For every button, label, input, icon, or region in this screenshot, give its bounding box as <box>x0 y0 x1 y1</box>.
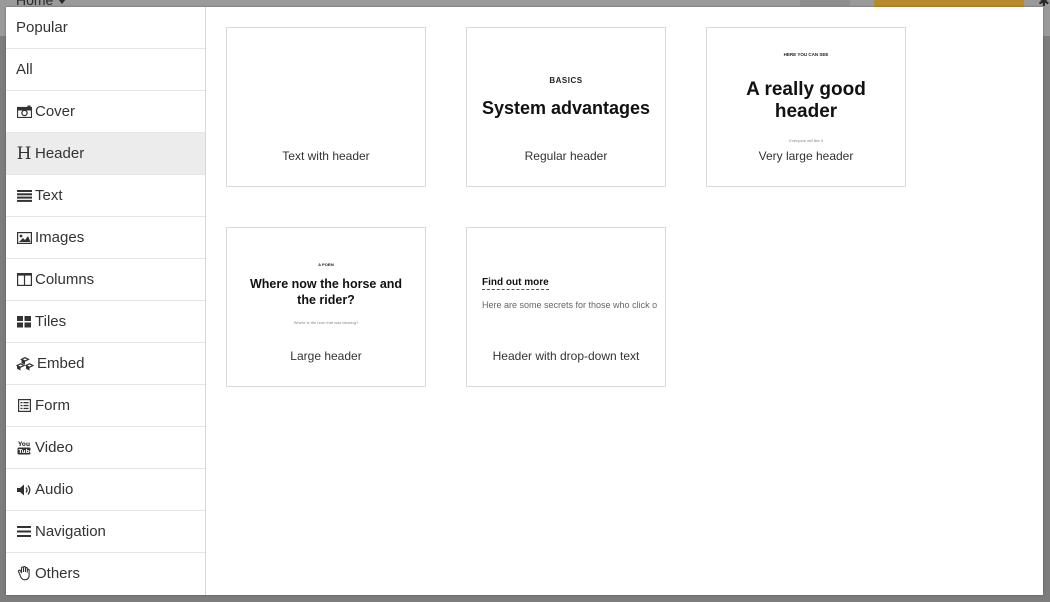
sidebar-item-label: Video <box>35 439 74 456</box>
card-label: Regular header <box>524 149 608 163</box>
sidebar-item-cover[interactable]: Cover <box>6 91 205 133</box>
sidebar-item-form[interactable]: Form <box>6 385 205 427</box>
preview-kicker: A POEM <box>318 262 334 267</box>
sidebar-item-label: Form <box>35 397 70 414</box>
sidebar-item-label: Cover <box>35 103 76 120</box>
publish-button <box>874 0 1024 7</box>
preview-dropdown-link: Find out more <box>482 277 549 290</box>
preview-subtitle: Everyone will like it <box>789 138 823 143</box>
sidebar-item-all[interactable]: All <box>6 49 205 91</box>
bars-icon <box>16 524 32 540</box>
camera-icon <box>16 104 32 120</box>
sidebar-item-video[interactable]: YouTube Video <box>6 427 205 469</box>
image-icon <box>16 230 32 246</box>
sidebar-item-label: Audio <box>35 481 74 498</box>
preview-title-line-2: the rider? <box>297 293 355 307</box>
preview-subtitle: Where is the horn that was blowing? <box>293 320 359 325</box>
template-card-header-with-dropdown-text[interactable]: Find out more Here are some secrets for … <box>466 227 666 387</box>
sidebar-item-label: Navigation <box>35 523 106 540</box>
sidebar-item-others[interactable]: Others <box>6 553 205 594</box>
card-label: Text with header <box>282 149 370 163</box>
sidebar-item-images[interactable]: Images <box>6 217 205 259</box>
sidebar-item-label: Text <box>35 187 63 204</box>
block-category-sidebar: Popular All Cover H Header Text Images C… <box>6 7 206 595</box>
card-label: Very large header <box>758 149 854 163</box>
sidebar-item-popular[interactable]: Popular <box>6 7 205 49</box>
volume-icon <box>16 482 32 498</box>
sidebar-item-label: Columns <box>35 271 95 288</box>
device-toggle <box>800 0 850 6</box>
cubes-icon <box>16 356 34 372</box>
sidebar-item-label: Header <box>35 145 85 162</box>
block-template-grid: Text with header BASICS System advantage… <box>206 7 1043 595</box>
sidebar-item-label: All <box>16 61 33 78</box>
sidebar-item-navigation[interactable]: Navigation <box>6 511 205 553</box>
header-h-icon: H <box>16 143 32 164</box>
svg-text:Tube: Tube <box>19 449 32 455</box>
preview-title-line-1: Where now the horse and <box>249 277 403 291</box>
sidebar-item-tiles[interactable]: Tiles <box>6 301 205 343</box>
svg-text:You: You <box>17 441 30 448</box>
preview-kicker: HERE YOU CAN SEE <box>783 52 829 57</box>
sidebar-item-audio[interactable]: Audio <box>6 469 205 511</box>
youtube-icon: YouTube <box>16 440 32 456</box>
sidebar-item-columns[interactable]: Columns <box>6 259 205 301</box>
sidebar-item-label: Images <box>35 229 85 246</box>
sidebar-item-header[interactable]: H Header <box>6 133 205 175</box>
sidebar-item-embed[interactable]: Embed <box>6 343 205 385</box>
sidebar-item-label: Embed <box>37 355 85 372</box>
preview-title-line-2: header <box>774 101 838 122</box>
sidebar-item-label: Others <box>35 565 81 582</box>
preview-kicker: BASICS <box>549 76 583 85</box>
preview-title: System advantages <box>481 98 651 118</box>
block-picker-modal: Popular All Cover H Header Text Images C… <box>6 7 1043 595</box>
sidebar-item-text[interactable]: Text <box>6 175 205 217</box>
template-card-large-header[interactable]: A POEM Where now the horse and the rider… <box>226 227 426 387</box>
hand-icon <box>16 566 32 582</box>
template-card-text-with-header[interactable]: Text with header <box>226 27 426 187</box>
preview-hidden-text: Here are some secrets for those who clic… <box>482 300 658 310</box>
columns-icon <box>16 272 32 288</box>
tiles-icon <box>16 314 32 330</box>
template-card-regular-header[interactable]: BASICS System advantages Regular header <box>466 27 666 187</box>
form-icon <box>16 398 32 414</box>
preview-title-line-1: A really good <box>746 79 866 100</box>
sidebar-item-label: Popular <box>16 19 68 36</box>
align-justify-icon <box>16 188 32 204</box>
card-label: Header with drop-down text <box>492 349 640 363</box>
sidebar-item-label: Tiles <box>35 313 67 330</box>
caret-down-icon <box>58 0 67 4</box>
template-card-very-large-header[interactable]: HERE YOU CAN SEE A really good header Ev… <box>706 27 906 187</box>
card-label: Large header <box>290 349 362 363</box>
